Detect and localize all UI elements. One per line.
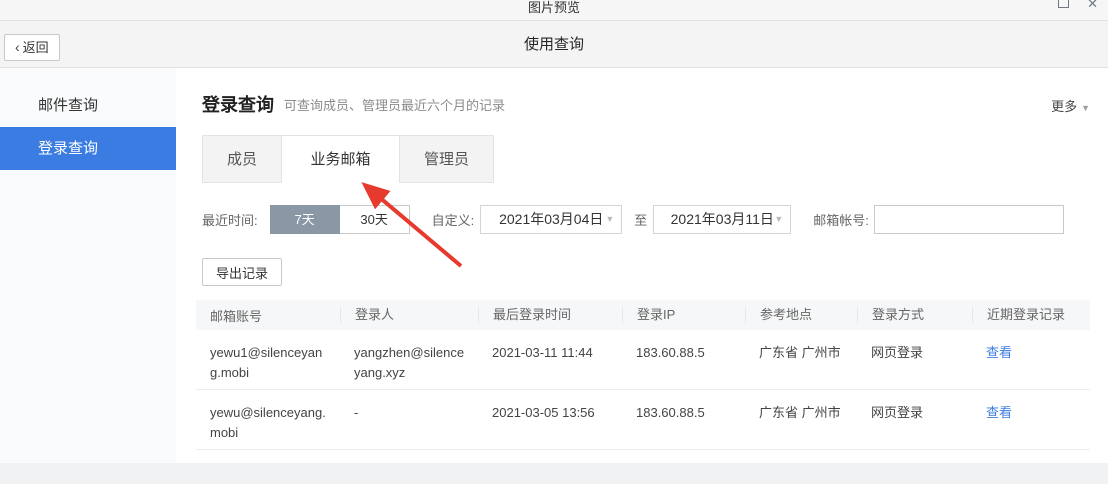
col-login-method: 登录方式 (857, 307, 972, 323)
custom-range-label: 自定义: (432, 210, 475, 229)
col-mailbox-account: 邮箱账号 (196, 306, 340, 325)
sidebar-item-mail-query[interactable]: 邮件查询 (0, 84, 176, 127)
sidebar: 邮件查询 登录查询 (0, 68, 176, 463)
cell-user: yangzhen@silenceyang.xyz (340, 343, 478, 389)
to-label: 至 (634, 210, 647, 229)
preview-background-strip (0, 463, 1108, 484)
tab-members[interactable]: 成员 (202, 135, 282, 183)
cell-method: 网页登录 (857, 343, 972, 389)
window-title: 图片预览 (0, 0, 1108, 16)
filter-row: 最近时间: 7天 30天 自定义: 2021年03月04日 ▼ 至 2021年0… (202, 205, 1064, 234)
date-to-value: 2021年03月11日 (671, 211, 774, 227)
tab-business-mailbox[interactable]: 业务邮箱 (281, 135, 400, 183)
table-row: yewu@silenceyang.mobi - 2021-03-05 13:56… (196, 390, 1090, 450)
col-login-ip: 登录IP (622, 307, 745, 323)
mailbox-account-label: 邮箱帐号: (813, 210, 869, 229)
table-row: yewu1@silenceyang.mobi yangzhen@silencey… (196, 330, 1090, 390)
tab-admins[interactable]: 管理员 (399, 135, 494, 183)
main-content: 登录查询 可查询成员、管理员最近六个月的记录 更多 ▼ 成员 业务邮箱 管理员 最… (176, 68, 1108, 463)
close-icon[interactable]: ✕ (1087, 0, 1098, 12)
cell-ip: 183.60.88.5 (622, 343, 745, 389)
chevron-down-icon: ▼ (1081, 103, 1090, 113)
toggle-30days[interactable]: 30天 (340, 205, 410, 234)
cell-last-login: 2021-03-05 13:56 (478, 403, 622, 449)
login-records-table: 邮箱账号 登录人 最后登录时间 登录IP 参考地点 登录方式 近期登录记录 ye… (196, 300, 1090, 450)
recent-time-toggle: 7天 30天 (270, 205, 410, 234)
col-login-user: 登录人 (340, 307, 478, 323)
page-title: 使用查询 (0, 21, 1108, 68)
section-title: 登录查询 (202, 91, 274, 117)
window-titlebar: 图片预览 ✕ (0, 0, 1108, 21)
view-link[interactable]: 查看 (972, 343, 1090, 389)
export-records-button[interactable]: 导出记录 (202, 258, 282, 286)
cell-location: 广东省 广州市 (745, 403, 857, 449)
cell-user: - (340, 403, 478, 449)
cell-account: yewu1@silenceyang.mobi (196, 343, 340, 389)
more-dropdown[interactable]: 更多 ▼ (1051, 96, 1090, 115)
date-from-value: 2021年03月04日 (499, 211, 603, 227)
chevron-down-icon: ▼ (774, 206, 783, 233)
date-from-select[interactable]: 2021年03月04日 ▼ (480, 205, 622, 234)
cell-account: yewu@silenceyang.mobi (196, 403, 340, 449)
page-header: ‹返回 使用查询 (0, 21, 1108, 68)
cell-location: 广东省 广州市 (745, 343, 857, 389)
section-subtitle: 可查询成员、管理员最近六个月的记录 (284, 95, 505, 114)
cell-method: 网页登录 (857, 403, 972, 449)
toggle-7days[interactable]: 7天 (270, 205, 340, 234)
col-last-login-time: 最后登录时间 (478, 307, 622, 323)
chevron-down-icon: ▼ (605, 206, 614, 233)
table-header: 邮箱账号 登录人 最后登录时间 登录IP 参考地点 登录方式 近期登录记录 (196, 300, 1090, 330)
col-reference-location: 参考地点 (745, 307, 857, 323)
date-to-select[interactable]: 2021年03月11日 ▼ (653, 205, 791, 234)
sidebar-item-login-query[interactable]: 登录查询 (0, 127, 176, 170)
col-recent-login-records: 近期登录记录 (972, 307, 1090, 323)
cell-last-login: 2021-03-11 11:44 (478, 343, 622, 389)
tab-bar: 成员 业务邮箱 管理员 (202, 135, 494, 183)
view-link[interactable]: 查看 (972, 403, 1090, 449)
mailbox-account-input[interactable] (874, 205, 1064, 234)
recent-time-label: 最近时间: (202, 210, 258, 229)
maximize-icon[interactable] (1058, 0, 1069, 8)
cell-ip: 183.60.88.5 (622, 403, 745, 449)
more-label: 更多 (1051, 99, 1077, 114)
